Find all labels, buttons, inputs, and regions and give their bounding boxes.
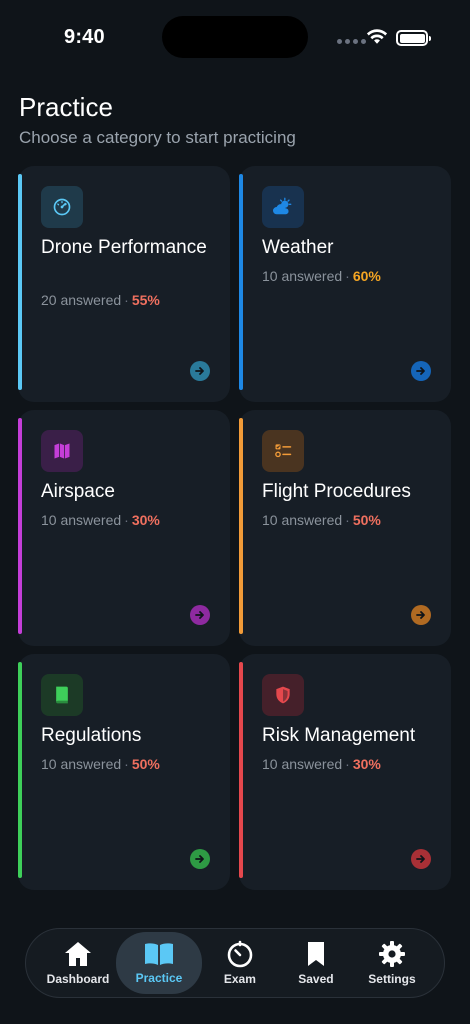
partly-cloudy-icon	[262, 186, 304, 228]
answered-count: 20 answered	[41, 292, 122, 308]
card-accent-bar	[239, 662, 243, 878]
status-bar: 9:40	[0, 0, 470, 80]
tab-practice[interactable]: Practice	[116, 932, 202, 994]
separator: ·	[124, 292, 129, 308]
category-card-risk-management[interactable]: Risk Management 10 answered · 30%	[239, 654, 451, 890]
separator: ·	[124, 756, 129, 772]
card-progress: 20 answered · 55%	[41, 292, 160, 308]
card-accent-bar	[18, 662, 22, 878]
tab-label: Saved	[298, 972, 334, 986]
separator: ·	[345, 268, 350, 284]
checklist-icon	[262, 430, 304, 472]
card-progress: 10 answered · 60%	[262, 268, 381, 284]
percent-score: 30%	[352, 756, 381, 772]
tab-settings[interactable]: Settings	[354, 933, 430, 993]
category-card-drone-performance[interactable]: Drone Performance 20 answered · 55%	[18, 166, 230, 402]
card-accent-bar	[18, 174, 22, 390]
percent-score: 60%	[352, 268, 381, 284]
category-card-weather[interactable]: Weather 10 answered · 60%	[239, 166, 451, 402]
map-icon	[41, 430, 83, 472]
card-progress: 10 answered · 50%	[41, 756, 160, 772]
category-card-flight-procedures[interactable]: Flight Procedures 10 answered · 50%	[239, 410, 451, 646]
card-accent-bar	[239, 174, 243, 390]
tab-dashboard[interactable]: Dashboard	[40, 933, 116, 993]
answered-count: 10 answered	[262, 512, 343, 528]
card-accent-bar	[18, 418, 22, 634]
card-progress: 10 answered · 30%	[262, 756, 381, 772]
card-title: Airspace	[41, 481, 115, 502]
percent-score: 55%	[131, 292, 160, 308]
open-book-icon	[144, 943, 173, 965]
card-title: Weather	[262, 237, 334, 258]
dynamic-island	[162, 16, 308, 58]
percent-score: 30%	[131, 512, 160, 528]
gear-icon	[378, 941, 405, 967]
separator: ·	[345, 756, 350, 772]
timer-icon	[227, 940, 253, 968]
category-card-regulations[interactable]: Regulations 10 answered · 50%	[18, 654, 230, 890]
category-card-airspace[interactable]: Airspace 10 answered · 30%	[18, 410, 230, 646]
card-accent-bar	[239, 418, 243, 634]
card-title: Flight Procedures	[262, 481, 411, 502]
tab-label: Settings	[368, 972, 416, 986]
answered-count: 10 answered	[262, 756, 343, 772]
card-title: Risk Management	[262, 725, 416, 746]
separator: ·	[345, 512, 350, 528]
arrow-right-icon[interactable]	[411, 849, 431, 869]
answered-count: 10 answered	[41, 512, 122, 528]
arrow-right-icon[interactable]	[411, 361, 431, 381]
arrow-right-icon[interactable]	[190, 605, 210, 625]
page-title: Practice	[19, 92, 113, 122]
home-icon	[65, 942, 92, 966]
book-icon	[41, 674, 83, 716]
card-title: Drone Performance	[41, 237, 207, 258]
card-progress: 10 answered · 50%	[262, 512, 381, 528]
page-subtitle: Choose a category to start practicing	[19, 128, 296, 147]
card-progress: 10 answered · 30%	[41, 512, 160, 528]
shield-icon	[262, 674, 304, 716]
arrow-right-icon[interactable]	[190, 361, 210, 381]
wifi-icon	[366, 29, 388, 44]
tab-saved[interactable]: Saved	[278, 933, 354, 993]
tab-exam[interactable]: Exam	[202, 933, 278, 993]
arrow-right-icon[interactable]	[411, 605, 431, 625]
tab-bar: Dashboard Practice Exam Saved Settings	[25, 928, 445, 998]
tab-label: Dashboard	[46, 972, 110, 986]
bookmark-icon	[307, 942, 324, 966]
separator: ·	[124, 512, 129, 528]
battery-icon	[396, 30, 431, 46]
answered-count: 10 answered	[262, 268, 343, 284]
answered-count: 10 answered	[41, 756, 122, 772]
tab-label: Practice	[135, 971, 183, 985]
cellular-signal-icon	[337, 39, 366, 44]
percent-score: 50%	[352, 512, 381, 528]
speedometer-icon	[41, 186, 83, 228]
percent-score: 50%	[131, 756, 160, 772]
card-title: Regulations	[41, 725, 142, 746]
status-time: 9:40	[64, 26, 105, 48]
tab-label: Exam	[223, 972, 256, 986]
arrow-right-icon[interactable]	[190, 849, 210, 869]
